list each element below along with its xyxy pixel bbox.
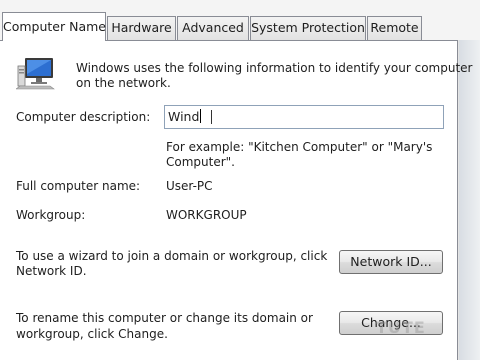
description-example-line2: Computer". (166, 155, 235, 169)
full-computer-name-label: Full computer name: (16, 179, 141, 193)
tab-computer-name[interactable]: Computer Name (2, 12, 106, 41)
change-text-line1: To rename this computer or change its do… (16, 311, 313, 325)
network-id-button[interactable]: Network ID... (339, 250, 443, 274)
workgroup-value: WORKGROUP (166, 208, 247, 222)
description-example-line1: For example: "Kitchen Computer" or "Mary… (166, 140, 433, 154)
ibeam-cursor-icon (211, 110, 212, 124)
intro-text-line1: Windows uses the following information t… (76, 61, 473, 75)
network-id-text-line1: To use a wizard to join a domain or work… (16, 249, 328, 263)
computer-description-value: Wind (168, 109, 200, 124)
tab-system-protection[interactable]: System Protection (250, 16, 366, 40)
full-computer-name-value: User-PC (166, 179, 213, 193)
text-caret (200, 109, 202, 123)
tab-hardware[interactable]: Hardware (107, 16, 176, 40)
tab-advanced[interactable]: Advanced (177, 16, 249, 40)
computer-monitor-icon (15, 56, 56, 93)
window-edge (459, 40, 480, 360)
intro-text-line2: on the network. (76, 76, 171, 90)
tab-remote[interactable]: Remote (367, 16, 422, 40)
computer-description-label: Computer description: (16, 110, 151, 124)
tab-strip: Computer Name Hardware Advanced System P… (0, 0, 480, 41)
workgroup-label: Workgroup: (16, 208, 86, 222)
network-id-text-line2: Network ID. (16, 264, 87, 278)
change-text-line2: workgroup, click Change. (16, 327, 168, 341)
computer-description-input[interactable]: Wind (164, 105, 444, 129)
watermark-logo: TUTE (376, 318, 426, 337)
